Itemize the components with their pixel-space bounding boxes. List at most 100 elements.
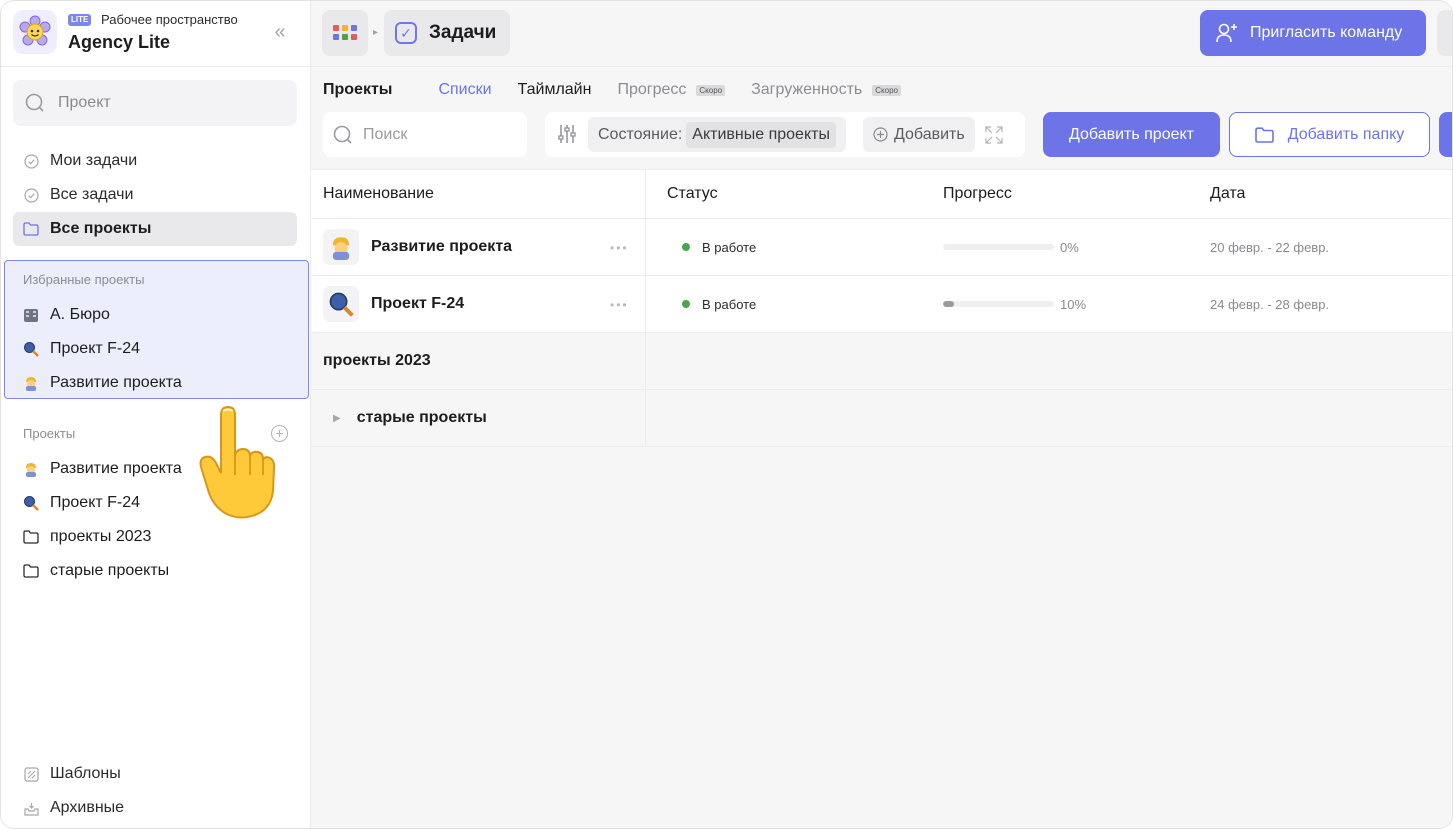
sidebar-folder-projects-2023[interactable]: проекты 2023 xyxy=(13,520,297,554)
progress-bar-fill xyxy=(943,301,955,307)
row-menu-icon[interactable]: ••• xyxy=(610,242,629,254)
progress-percent: 0% xyxy=(1060,239,1079,255)
date-range: 20 февр. - 22 февр. xyxy=(1210,239,1330,255)
worker-icon xyxy=(23,375,39,391)
invite-team-label: Пригласить команду xyxy=(1250,24,1403,41)
main-panel: ▸ ✓ Задачи Пригласить команду Проекты Сп… xyxy=(311,1,1452,828)
magnifier-icon xyxy=(23,495,39,511)
date-cell[interactable]: 20 февр. - 22 февр. xyxy=(1210,219,1329,275)
column-header-date[interactable]: Дата xyxy=(1210,170,1245,218)
sidebar-item-label: Проект F-24 xyxy=(50,340,141,357)
sidebar-item-label: Все проекты xyxy=(50,220,152,237)
tab-timeline[interactable]: Таймлайн xyxy=(518,81,592,99)
check-circle-icon xyxy=(23,187,39,203)
project-search-input[interactable] xyxy=(363,122,513,148)
templates-icon xyxy=(23,766,39,782)
favorite-item-project-development[interactable]: Развитие проекта xyxy=(13,366,297,400)
worker-icon xyxy=(323,229,359,265)
app-window: LITE Рабочее пространство Agency Lite « … xyxy=(0,0,1453,829)
search-icon xyxy=(25,93,44,112)
sidebar-search-input[interactable] xyxy=(58,90,278,116)
add-filter-label: Добавить xyxy=(894,125,965,143)
notifications-button[interactable] xyxy=(1437,10,1452,56)
table-row[interactable]: Развитие проекта ••• В работе 0% 20 февр… xyxy=(311,219,1452,276)
filter-bar: Состояние: Активные проекты Добавить xyxy=(545,112,1025,157)
project-search[interactable] xyxy=(323,112,527,157)
sidebar-search[interactable] xyxy=(13,80,297,126)
column-header-name[interactable]: Наименование xyxy=(311,170,646,218)
archive-icon xyxy=(23,800,39,816)
folder-name: старые проекты xyxy=(356,409,487,426)
project-name: Проект F-24 xyxy=(371,295,465,312)
sidebar-item-label: Архивные xyxy=(50,799,125,816)
progress-bar xyxy=(943,244,1054,250)
top-bar: ▸ ✓ Задачи Пригласить команду xyxy=(311,1,1452,67)
plan-badge: LITE xyxy=(68,14,92,26)
status-cell[interactable]: В работе xyxy=(667,219,756,275)
building-icon xyxy=(23,307,39,323)
breadcrumb-separator-icon: ▸ xyxy=(373,27,379,38)
workspace-header[interactable]: LITE Рабочее пространство Agency Lite « xyxy=(1,1,310,67)
add-folder-button[interactable]: Добавить папку xyxy=(1229,112,1430,157)
progress-cell: 0% xyxy=(943,219,1079,275)
tab-workload[interactable]: Загруженность Скоро xyxy=(751,81,901,99)
project-name-cell[interactable]: Развитие проекта ••• xyxy=(311,219,646,275)
sidebar-folder-old-projects[interactable]: старые проекты xyxy=(13,554,297,588)
tab-progress[interactable]: Прогресс Скоро xyxy=(617,81,726,99)
column-header-progress[interactable]: Прогресс xyxy=(943,170,1012,218)
section-title: Проекты xyxy=(323,81,393,98)
state-filter-value: Активные проекты xyxy=(686,121,836,148)
sidebar-item-my-tasks[interactable]: Мои задачи xyxy=(13,144,297,178)
view-tabs: Проекты Списки Таймлайн Прогресс Скоро З… xyxy=(323,79,927,101)
workspace-subtitle: Рабочее пространство xyxy=(101,12,238,27)
sidebar-item-archive[interactable]: Архивные xyxy=(13,791,297,825)
status-cell[interactable]: В работе xyxy=(667,276,756,332)
projects-table: Наименование Статус Прогресс Дата Развит… xyxy=(311,169,1452,447)
state-filter-chip[interactable]: Состояние: Активные проекты xyxy=(588,117,846,152)
progress-bar xyxy=(943,301,1054,307)
plus-circle-icon xyxy=(873,127,888,142)
apps-grid-button[interactable] xyxy=(322,10,368,56)
table-row[interactable]: Проект F-24 ••• В работе 10% 24 февр. - … xyxy=(311,276,1452,333)
tab-label: Загруженность xyxy=(751,81,863,98)
filter-sliders-icon[interactable] xyxy=(557,124,577,144)
add-folder-label: Добавить папку xyxy=(1287,125,1405,143)
status-dot-icon xyxy=(682,300,690,308)
sidebar-item-label: проекты 2023 xyxy=(50,528,152,545)
sidebar-item-templates[interactable]: Шаблоны xyxy=(13,757,297,791)
favorite-item-project-f24[interactable]: Проект F-24 xyxy=(13,332,297,366)
task-check-icon: ✓ xyxy=(395,22,417,44)
sidebar-item-all-tasks[interactable]: Все задачи xyxy=(13,178,297,212)
more-actions-button[interactable] xyxy=(1439,112,1452,157)
favorite-item-a-buro[interactable]: А. Бюро xyxy=(13,298,297,332)
expand-caret-icon[interactable]: ▶ xyxy=(333,413,341,424)
sidebar-item-label: Развитие проекта xyxy=(50,374,182,391)
worker-icon xyxy=(23,461,39,477)
folder-icon xyxy=(23,529,39,545)
pointing-hand-icon xyxy=(199,405,276,519)
sidebar-item-label: Все задачи xyxy=(50,186,134,203)
invite-team-button[interactable]: Пригласить команду xyxy=(1200,10,1426,56)
folder-name-cell[interactable]: ▶ старые проекты xyxy=(311,390,646,446)
date-cell[interactable]: 24 февр. - 28 февр. xyxy=(1210,276,1329,332)
folder-row-old-projects[interactable]: ▶ старые проекты xyxy=(311,390,1452,447)
table-header: Наименование Статус Прогресс Дата xyxy=(311,169,1452,219)
tab-lists[interactable]: Списки xyxy=(438,81,491,99)
add-user-icon xyxy=(1216,23,1237,43)
add-filter-button[interactable]: Добавить xyxy=(863,117,975,152)
folder-icon xyxy=(1254,126,1274,143)
add-project-button[interactable]: Добавить проект xyxy=(1043,112,1220,157)
folder-name-cell[interactable]: проекты 2023 xyxy=(311,333,646,389)
column-header-status[interactable]: Статус xyxy=(667,170,718,218)
sidebar-item-all-projects[interactable]: Все проекты xyxy=(13,212,297,246)
breadcrumb-tasks[interactable]: ✓ Задачи xyxy=(384,10,510,56)
row-menu-icon[interactable]: ••• xyxy=(610,299,629,311)
apps-grid-icon xyxy=(333,25,357,40)
folder-row-projects-2023[interactable]: проекты 2023 xyxy=(311,333,1452,390)
expand-icon[interactable] xyxy=(985,126,1003,144)
folder-icon xyxy=(23,221,39,237)
folder-name: проекты 2023 xyxy=(323,352,431,369)
project-name: Развитие проекта xyxy=(371,238,513,255)
project-name-cell[interactable]: Проект F-24 ••• xyxy=(311,276,646,332)
collapse-sidebar-icon[interactable]: « xyxy=(269,21,291,43)
